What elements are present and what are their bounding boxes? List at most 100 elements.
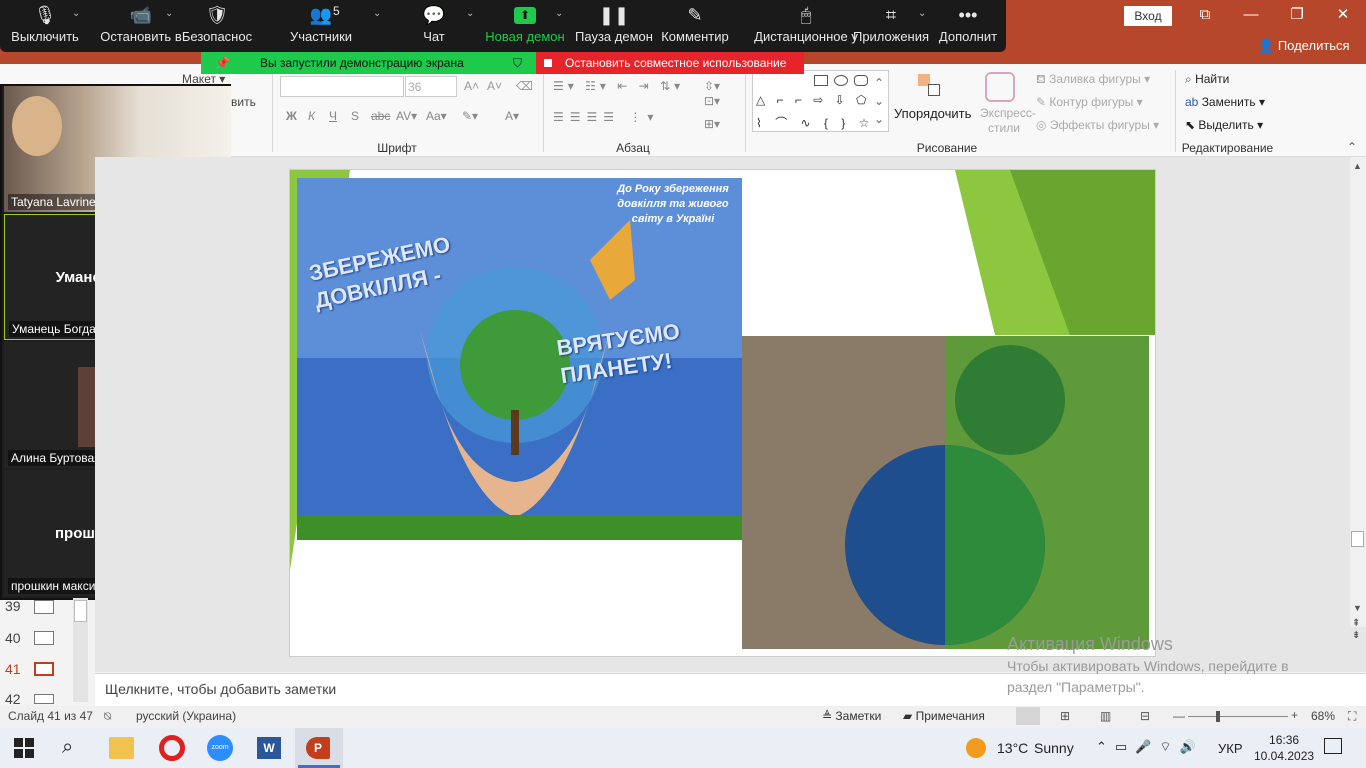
reading-view-icon[interactable]: ▥	[1100, 709, 1111, 723]
weather-temp[interactable]: 13°C	[997, 740, 1028, 756]
zoom-slider[interactable]	[1188, 716, 1288, 717]
italic-icon[interactable]: К	[308, 109, 315, 123]
oval-shape-icon[interactable]	[834, 75, 848, 86]
input-language[interactable]: УКР	[1218, 741, 1243, 756]
search-icon[interactable]: ⌕	[62, 736, 73, 759]
font-color-icon[interactable]: A▾	[505, 109, 519, 123]
zoom-button-pencil[interactable]: ✎ Комментир	[640, 0, 750, 52]
thumbnail-scrollbar[interactable]	[73, 598, 88, 702]
ribbon-separator	[272, 70, 273, 152]
zoom-button-shield[interactable]: 🛡 Безопаснос	[162, 0, 272, 52]
bold-icon[interactable]: Ж	[286, 109, 297, 123]
zoom-button-more[interactable]: ••• Дополнит	[913, 0, 1023, 52]
collapse-ribbon-icon[interactable]: ⌃	[1347, 140, 1357, 154]
clear-format-icon[interactable]: ⌫	[516, 79, 533, 93]
smartart-icon[interactable]: ⊞▾	[704, 117, 720, 131]
slide-caption: До Року збереження довкілля та живого св…	[617, 183, 729, 225]
align-text-icon[interactable]: ⊡▾	[704, 94, 720, 108]
list-icons[interactable]: ☰▾ ☷▾ ⇤ ⇥ ⇅▾	[553, 79, 684, 93]
fit-slide-icon[interactable]: ⛶	[1348, 709, 1356, 724]
login-button[interactable]: Вход	[1124, 6, 1172, 26]
notification-icon[interactable]	[1324, 738, 1342, 754]
shape-effects-button[interactable]: ◎ Эффекты фигуры ▾	[1036, 118, 1159, 132]
stop-icon	[544, 59, 552, 67]
replace-button[interactable]: ab Заменить ▾	[1185, 95, 1265, 109]
microphone-icon: 🎙	[33, 4, 57, 25]
rectangle-shape-icon[interactable]	[814, 75, 828, 86]
sorter-view-icon[interactable]: ⊞	[1060, 709, 1070, 723]
language-indicator[interactable]: русский (Украина)	[136, 709, 236, 723]
zoom-button-participants[interactable]: 👥 Участники 5	[266, 0, 376, 52]
chevron-down-icon[interactable]: ⌄	[918, 8, 926, 19]
restore-icon[interactable]: ❐	[1274, 0, 1320, 32]
font-name-select[interactable]	[280, 76, 404, 97]
highlight-icon[interactable]: ✎▾	[462, 109, 478, 123]
participant-name: Алина Буртовая	[8, 450, 104, 466]
chevron-down-icon[interactable]: ⌄	[373, 8, 381, 19]
slideshow-view-icon[interactable]: ⊟	[1140, 709, 1150, 723]
zoom-slider-thumb[interactable]	[1216, 711, 1220, 722]
file-explorer-icon[interactable]	[109, 737, 134, 759]
find-button[interactable]: ⌕ Найти	[1185, 72, 1229, 87]
minimize-icon[interactable]: —	[1228, 0, 1274, 32]
windows-activation-watermark: Активация Windows Чтобы активировать Win…	[1007, 634, 1289, 697]
participant-face	[12, 96, 62, 156]
shape-outline-button[interactable]: ✎ Контур фигуры ▾	[1036, 95, 1143, 109]
rounded-rect-shape-icon[interactable]	[854, 75, 868, 86]
zoom-button-microphone[interactable]: 🎙 Выключить	[0, 0, 100, 52]
shadow-icon[interactable]: S	[351, 109, 359, 123]
slide-scrollbar[interactable]: ▲ ▼	[1350, 157, 1366, 627]
case-icon[interactable]: Aa▾	[426, 109, 447, 123]
grow-font-icon[interactable]: A˄	[464, 79, 479, 93]
notes-button[interactable]: ≜ Заметки	[822, 709, 881, 723]
shape-fill-button[interactable]: ⛾ Заливка фигуры ▾	[1036, 72, 1150, 88]
comments-button[interactable]: ▰ Примечания	[903, 709, 985, 723]
chevron-down-icon[interactable]: ⌄	[555, 8, 563, 19]
align-icons[interactable]: ☰☰☰☰ ⋮▾	[553, 110, 659, 124]
text-direction-icon[interactable]: ⇳▾	[704, 79, 720, 93]
zoom-app-icon[interactable]: zoom	[207, 735, 233, 761]
spacing-icon[interactable]: AV▾	[396, 109, 417, 123]
zoom-level[interactable]: 68%	[1311, 709, 1335, 723]
font-size-select[interactable]: 36	[405, 76, 457, 97]
chevron-down-icon[interactable]: ⌄	[165, 8, 173, 19]
slide-thumbnail[interactable]	[34, 694, 54, 704]
select-button[interactable]: ⬉ Выделить ▾	[1185, 118, 1263, 132]
weather-text[interactable]: Sunny	[1034, 740, 1074, 756]
drawing-group-label: Рисование	[916, 141, 978, 155]
slide-thumbnail[interactable]	[34, 600, 54, 614]
word-icon[interactable]: W	[257, 737, 281, 759]
slide-thumbnail[interactable]	[34, 631, 54, 645]
slide-thumbnail-selected[interactable]	[34, 662, 54, 676]
clock[interactable]: 16:36 10.04.2023	[1254, 732, 1314, 764]
zoom-button-label: Выключить	[11, 29, 79, 44]
zoom-button-label: Дополнит	[938, 29, 998, 44]
tray-icons[interactable]: ⌃▭🎤⌔🔊	[1096, 739, 1204, 755]
shapes-row-icons[interactable]: △ ⌐ ⌐ ⇨ ⇩ ⬠	[756, 93, 870, 107]
shapes-row-icons-2[interactable]: ⌇ ⌒ ∿ { } ☆	[756, 114, 874, 131]
underline-icon[interactable]: Ч	[329, 109, 337, 123]
chevron-down-icon[interactable]: ⌄	[72, 8, 80, 19]
opera-icon[interactable]	[159, 735, 185, 761]
share-button[interactable]: 👤 Поделиться	[1258, 38, 1350, 54]
gallery-scroll-icon[interactable]: ⌃ ⌄ ⌄	[874, 74, 884, 128]
close-icon[interactable]: ✕	[1320, 0, 1366, 32]
quick-styles-button[interactable]: Экспресс-стили	[980, 106, 1036, 136]
ribbon-display-icon[interactable]: ⧉	[1182, 0, 1228, 32]
strikethrough-icon[interactable]: abc	[371, 109, 390, 123]
powerpoint-icon[interactable]: P	[306, 737, 330, 759]
arrange-button[interactable]: Упорядочить	[894, 106, 971, 121]
zoom-in-icon[interactable]: +	[1291, 708, 1298, 722]
zoom-out-icon[interactable]: —	[1173, 709, 1185, 723]
sun-icon[interactable]	[966, 738, 986, 758]
shrink-font-icon[interactable]: A˅	[487, 79, 502, 93]
chevron-down-icon[interactable]: ⌄	[466, 8, 474, 19]
ribbon-separator	[1175, 70, 1176, 152]
normal-view-icon[interactable]	[1016, 707, 1040, 725]
slide-canvas[interactable]: До Року збереження довкілля та живого св…	[289, 169, 1156, 657]
spellcheck-icon[interactable]: ⍉	[104, 709, 111, 724]
pin-icon: 📌	[215, 56, 230, 70]
prev-next-slide-icons[interactable]: ⇞ ⇟	[1352, 618, 1360, 642]
stop-share-button[interactable]: Остановить совместное использование	[536, 52, 804, 74]
windows-start-icon[interactable]	[14, 738, 34, 758]
